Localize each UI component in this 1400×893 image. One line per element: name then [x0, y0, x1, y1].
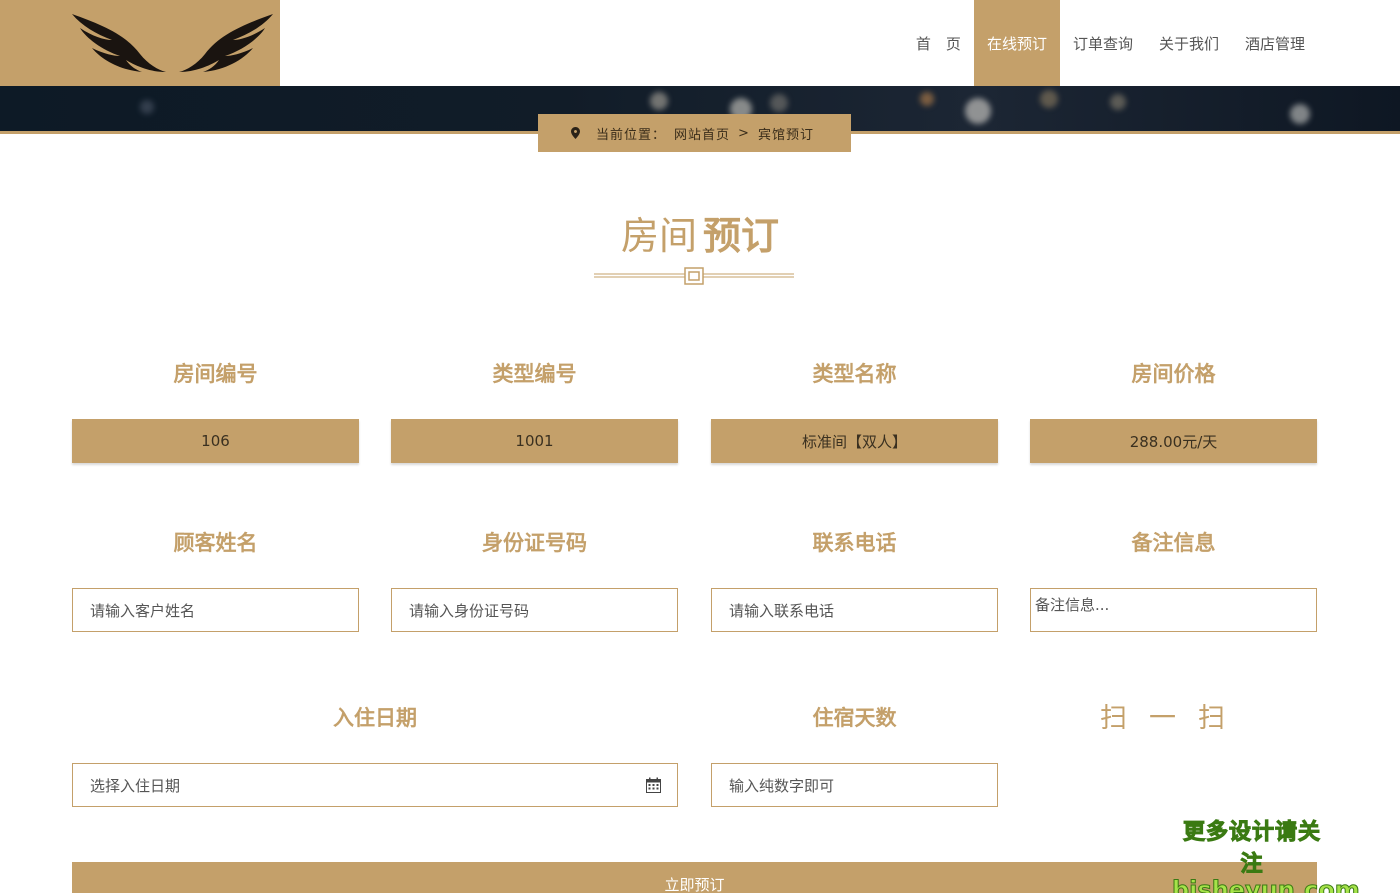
room-price-label: 房间价格 — [1131, 362, 1216, 386]
calendar-icon[interactable] — [646, 777, 661, 793]
phone-input[interactable]: 请输入联系电话 — [711, 588, 998, 632]
breadcrumb-separator: > — [738, 125, 750, 141]
breadcrumb: 当前位置： 网站首页 > 宾馆预订 — [538, 114, 851, 152]
wings-logo-icon — [72, 14, 273, 72]
id-number-input[interactable]: 请输入身份证号码 — [391, 588, 678, 632]
type-number-label: 类型编号 — [492, 362, 577, 386]
logo[interactable] — [0, 0, 280, 86]
stay-days-input[interactable]: 输入纯数字即可 — [711, 763, 998, 807]
page-title-light: 房间 — [620, 214, 697, 258]
type-name-value: 标准间【双人】 — [711, 419, 998, 463]
note-textarea[interactable]: 备注信息... — [1030, 588, 1317, 632]
type-number-value: 1001 — [391, 419, 678, 463]
nav-item-order-query[interactable]: 订单查询 — [1060, 0, 1146, 86]
breadcrumb-current: 宾馆预订 — [757, 127, 814, 143]
nav-item-hotel-admin[interactable]: 酒店管理 — [1232, 0, 1318, 86]
stay-days-label: 住宿天数 — [812, 706, 897, 730]
watermark: 更多设计请关注 bisheyun.com — [1172, 814, 1361, 893]
guest-name-label: 顾客姓名 — [173, 531, 258, 555]
phone-label: 联系电话 — [812, 531, 897, 555]
nav-item-online-booking[interactable]: 在线预订 — [973, 0, 1060, 86]
room-price-value: 288.00元/天 — [1030, 419, 1317, 463]
scan-label: 扫一扫 — [1100, 703, 1247, 734]
note-label: 备注信息 — [1131, 531, 1216, 555]
checkin-date-label: 入住日期 — [333, 706, 417, 730]
watermark-line2: bisheyun.com — [1172, 876, 1361, 893]
nav-item-home[interactable]: 首 页 — [903, 0, 974, 86]
page-title-bold: 预订 — [703, 214, 780, 258]
site-header: 首 页 在线预订 订单查询 关于我们 酒店管理 — [0, 0, 1400, 86]
room-number-value: 106 — [72, 419, 359, 463]
nav-item-about-us[interactable]: 关于我们 — [1146, 0, 1232, 86]
breadcrumb-home-link[interactable]: 网站首页 — [674, 124, 730, 143]
watermark-line1: 更多设计请关注 — [1182, 820, 1321, 878]
type-name-label: 类型名称 — [812, 362, 897, 386]
main-nav: 首 页 在线预订 订单查询 关于我们 酒店管理 — [903, 0, 1318, 86]
submit-booking-button[interactable]: 立即预订 — [72, 862, 1317, 893]
checkin-date-input[interactable]: 选择入住日期 — [72, 763, 678, 807]
id-number-label: 身份证号码 — [482, 531, 587, 555]
breadcrumb-prefix: 当前位置： — [596, 127, 667, 143]
guest-name-input[interactable]: 请输入客户姓名 — [72, 588, 359, 632]
page-title: 房间 预订 — [0, 205, 1400, 260]
room-number-label: 房间编号 — [173, 362, 258, 386]
location-pin-icon — [571, 127, 581, 139]
checkin-date-placeholder: 选择入住日期 — [90, 776, 181, 795]
title-ornament-icon — [594, 267, 794, 285]
